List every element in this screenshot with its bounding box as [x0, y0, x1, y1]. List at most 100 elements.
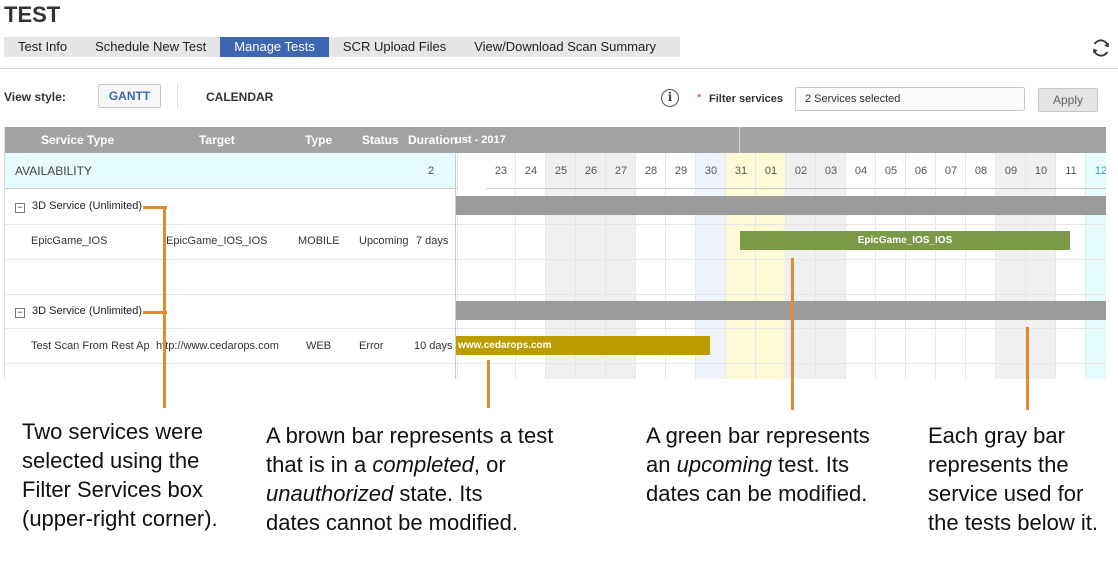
- row-divider: [5, 294, 1106, 295]
- day-number: 12: [1086, 153, 1106, 189]
- upcoming-test-bar[interactable]: EpicGame_IOS_IOS: [740, 231, 1070, 250]
- annotation-line: dates cannot be modified.: [266, 510, 518, 535]
- service-group-row[interactable]: −3D Service (Unlimited): [15, 200, 142, 213]
- day-number: 2: [428, 153, 458, 189]
- tab-schedule-new-test[interactable]: Schedule New Test: [81, 37, 220, 57]
- annotation-line: an upcoming test. Its: [646, 450, 870, 479]
- day-column: 07: [936, 153, 966, 379]
- day-number: 06: [906, 153, 936, 189]
- annotation-pointer: [487, 360, 490, 408]
- test-duration: 10 days: [414, 340, 453, 352]
- required-marker: *: [697, 92, 702, 104]
- annotation-line: Filter Services box: [22, 477, 203, 502]
- test-type: MOBILE: [298, 235, 340, 247]
- apply-button[interactable]: Apply: [1038, 88, 1098, 112]
- annotation-line: dates can be modified.: [646, 481, 868, 506]
- annotation-text: , or: [473, 452, 506, 477]
- annotation-pointer: [791, 258, 794, 410]
- test-name[interactable]: Test Scan From Rest Ap: [31, 340, 156, 352]
- annotation-text: test. Its: [771, 452, 850, 477]
- annotation-emphasis: completed: [372, 452, 474, 477]
- collapse-icon[interactable]: −: [15, 308, 25, 318]
- annotation-line: selected using the: [22, 448, 200, 473]
- day-column: 31: [726, 153, 756, 379]
- annotation-emphasis: unauthorized: [266, 481, 394, 506]
- day-number: 29: [666, 153, 696, 189]
- day-number: 03: [816, 153, 846, 189]
- test-status: Upcoming: [359, 235, 409, 247]
- day-number: 08: [966, 153, 996, 189]
- day-column: 12: [1086, 153, 1106, 379]
- refresh-icon[interactable]: [1090, 37, 1112, 59]
- view-style-label: View style:: [4, 90, 66, 104]
- day-number: 11: [1056, 153, 1086, 189]
- annotation-line: Two services were: [22, 419, 203, 444]
- annotation-line: that is in a completed, or: [266, 450, 553, 479]
- annotation-brown-bar: A brown bar represents a test that is in…: [266, 421, 553, 537]
- tab-test-info[interactable]: Test Info: [4, 37, 81, 57]
- annotation-line: (upper-right corner).: [22, 506, 218, 531]
- info-icon[interactable]: i: [661, 89, 679, 107]
- column-header-type[interactable]: Type: [305, 127, 332, 153]
- tab-view-download-scan-summary[interactable]: View/Download Scan Summary: [460, 37, 670, 57]
- day-column: 06: [906, 153, 936, 379]
- service-group-row[interactable]: −3D Service (Unlimited): [15, 305, 142, 318]
- page-title: TEST: [4, 2, 61, 27]
- tab-bar: Test Info Schedule New Test Manage Tests…: [4, 37, 680, 57]
- day-number: 23: [486, 153, 516, 189]
- day-number: 02: [786, 153, 816, 189]
- row-divider: [5, 224, 1106, 225]
- annotation-gray-bar: Each gray bar represents the service use…: [928, 421, 1098, 537]
- day-column: 01: [756, 153, 786, 379]
- day-number: 26: [576, 153, 606, 189]
- test-target: http://www.cedarops.com: [156, 340, 279, 352]
- column-header-duration[interactable]: Duration: [408, 127, 457, 153]
- column-header-status[interactable]: Status: [362, 127, 399, 153]
- availability-label: AVAILABILITY: [15, 164, 92, 178]
- annotation-services: Two services were selected using the Fil…: [22, 417, 218, 533]
- annotation-text: an: [646, 452, 677, 477]
- column-header-target[interactable]: Target: [199, 127, 235, 153]
- column-header-service-type[interactable]: Service Type: [41, 127, 114, 153]
- service-name: 3D Service (Unlimited): [32, 200, 143, 212]
- availability-row: AVAILABILITY: [5, 153, 455, 189]
- test-name[interactable]: EpicGame_IOS: [31, 235, 161, 247]
- divider: [177, 84, 178, 108]
- day-number: 25: [546, 153, 576, 189]
- service-gray-bar: [456, 196, 1106, 215]
- tab-scr-upload-files[interactable]: SCR Upload Files: [329, 37, 460, 57]
- divider: [739, 127, 740, 153]
- day-column: 11: [1056, 153, 1086, 379]
- day-column: 03: [816, 153, 846, 379]
- collapse-icon[interactable]: −: [15, 203, 25, 213]
- day-number: 24: [516, 153, 546, 189]
- calendar-view-button[interactable]: CALENDAR: [206, 90, 273, 104]
- row-divider: [5, 363, 1106, 364]
- error-test-bar[interactable]: www.cedarops.com: [456, 336, 710, 355]
- row-divider: [5, 259, 1106, 260]
- annotation-emphasis: upcoming: [676, 452, 772, 477]
- test-type: WEB: [306, 340, 332, 352]
- tab-manage-tests[interactable]: Manage Tests: [220, 37, 329, 57]
- annotation-pointer: [163, 206, 166, 408]
- day-column: 08: [966, 153, 996, 379]
- day-column: 04: [846, 153, 876, 379]
- row-divider: [5, 328, 1106, 329]
- gantt-grid: Service Type Target Type Status Duration…: [4, 127, 1106, 379]
- annotation-pointer: [143, 311, 167, 314]
- filter-services-select[interactable]: 2 Services selected: [795, 87, 1025, 111]
- day-number: 09: [996, 153, 1026, 189]
- day-column: 05: [876, 153, 906, 379]
- day-number: 05: [876, 153, 906, 189]
- service-gray-bar: [456, 301, 1106, 320]
- annotation-line: represents the: [928, 452, 1069, 477]
- annotation-text: state. Its: [393, 481, 483, 506]
- gantt-view-button[interactable]: GANTT: [98, 84, 161, 108]
- day-number: 30: [696, 153, 726, 189]
- day-number: 04: [846, 153, 876, 189]
- day-column: 10: [1026, 153, 1056, 379]
- annotation-line: A green bar represents: [646, 423, 870, 448]
- annotation-line: Each gray bar: [928, 423, 1065, 448]
- test-status: Error: [359, 340, 384, 352]
- grid-header: Service Type Target Type Status Duration…: [5, 127, 1106, 153]
